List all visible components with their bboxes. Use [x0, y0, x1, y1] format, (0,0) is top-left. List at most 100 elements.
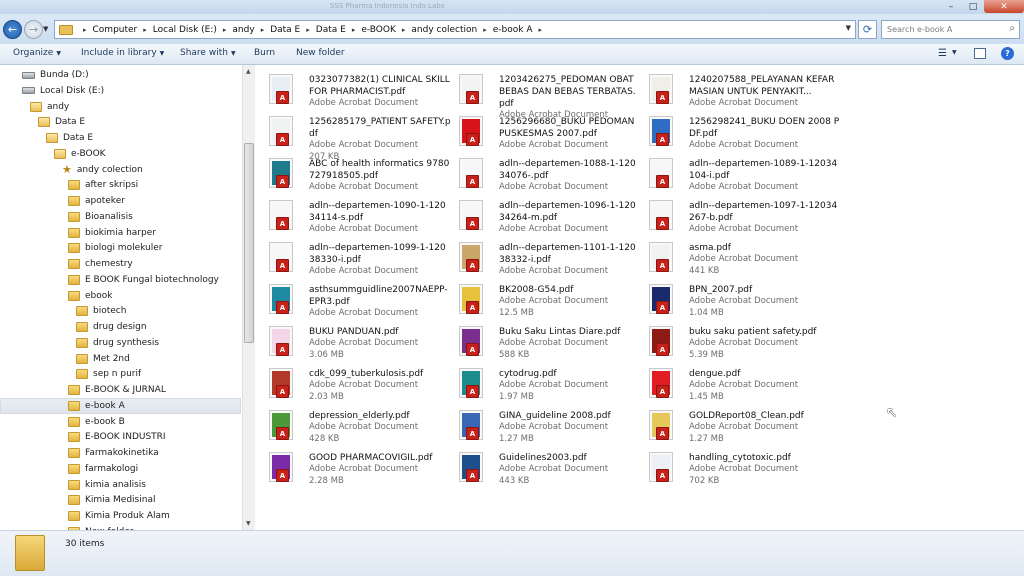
nav-tree-item[interactable]: Met 2nd [76, 351, 130, 367]
breadcrumb-arrow-icon[interactable]: ▸ [143, 26, 147, 34]
file-item[interactable]: A ABC of health informatics 9780727918505… [255, 152, 449, 192]
file-item[interactable]: A 1203426275_PEDOMAN OBAT BEBAS DAN BEBAS… [445, 68, 636, 120]
nav-tree-item[interactable]: chemestry [68, 256, 133, 272]
nav-tree-item[interactable]: Data E [46, 130, 93, 146]
breadcrumb-item[interactable]: Computer [93, 25, 138, 35]
recent-pages-dropdown[interactable]: ▼ [43, 25, 48, 33]
back-button[interactable]: ← [3, 20, 22, 39]
file-item[interactable]: Aadln--departemen-1089-1-12034104-i.pdf A… [635, 152, 837, 192]
file-item[interactable]: Abuku saku patient safety.pdf Adobe Acrob… [635, 320, 821, 360]
nav-tree-item[interactable]: Local Disk (E:) [22, 83, 104, 99]
refresh-button[interactable]: ⟳ [858, 20, 877, 39]
breadcrumb-item[interactable]: Local Disk (E:) [153, 25, 217, 35]
nav-tree-item[interactable]: e-book A [0, 397, 241, 414]
breadcrumb-arrow-icon[interactable]: ▸ [352, 26, 356, 34]
nav-tree-item[interactable]: Kimia Produk Alam [68, 508, 170, 524]
close-button[interactable]: ✕ [984, 0, 1024, 13]
file-item[interactable]: Aadln--departemen-1088-1-12034076-.pdf Ad… [445, 152, 636, 192]
breadcrumb-arrow-icon[interactable]: ▸ [83, 26, 87, 34]
nav-tree-item[interactable]: andy [30, 99, 69, 115]
file-item[interactable]: A GOLDReport08_Clean.pdf Adobe Acrobat Doc… [635, 404, 821, 444]
nav-tree-item[interactable]: e-BOOK [54, 146, 106, 162]
nav-tree-item[interactable]: drug design [76, 319, 147, 335]
file-item[interactable]: A Guidelines2003.pdf Adobe Acrobat Documen… [445, 446, 631, 486]
breadcrumb-item[interactable]: andy [232, 25, 254, 35]
nav-tree-item[interactable]: Data E [38, 114, 85, 130]
new-folder-button[interactable]: New folder [296, 48, 345, 58]
nav-tree-item[interactable]: biologi molekuler [68, 240, 163, 256]
file-item[interactable]: A 1256296680_BUKU PEDOMAN PUSKESMAS 2007.… [445, 110, 634, 150]
file-item[interactable]: Aadln--departemen-1099-1-12038330-i.pdf A… [255, 236, 446, 276]
nav-tree-item[interactable]: E-BOOK INDUSTRI [68, 429, 166, 445]
navigation-scrollbar[interactable]: ▲ ▼ [242, 65, 255, 530]
include-in-library-button[interactable]: Include in library ▼ [81, 48, 164, 58]
file-item[interactable]: Aasma.pdf Adobe Acrobat Document 441 KB [635, 236, 821, 276]
nav-tree-item[interactable]: Farmakokinetika [68, 445, 159, 461]
search-icon[interactable]: ⌕ [1009, 23, 1015, 34]
maximize-button[interactable]: □ [962, 0, 984, 13]
breadcrumb-arrow-icon[interactable]: ▸ [402, 26, 406, 34]
preview-pane-button[interactable] [974, 48, 986, 59]
file-item[interactable]: Acdk_099_tuberkulosis.pdf Adobe Acrobat D… [255, 362, 441, 402]
forward-button[interactable]: → [24, 20, 43, 39]
file-item[interactable]: Aasthsummguidline2007NAEPP-EPR3.pdf Adobe… [255, 278, 448, 318]
change-view-icon[interactable]: ☰ [938, 48, 947, 59]
help-button[interactable]: ? [1001, 47, 1014, 60]
file-item[interactable]: A 1240207588_PELAYANAN KEFARMASIAN UNTUK … [635, 68, 834, 108]
nav-tree-item[interactable]: Bioanalisis [68, 209, 133, 225]
organize-button[interactable]: Organize ▼ [13, 48, 61, 58]
file-item[interactable]: A BPN_2007.pdf Adobe Acrobat Document 1.04 … [635, 278, 821, 318]
file-item[interactable]: Aadln--departemen-1096-1-12034264-m.pdf A… [445, 194, 636, 234]
breadcrumb-arrow-icon[interactable]: ▸ [483, 26, 487, 34]
breadcrumb-item[interactable]: e-BOOK [361, 25, 396, 35]
share-with-button[interactable]: Share with ▼ [180, 48, 236, 58]
file-item[interactable]: A BK2008-G54.pdf Adobe Acrobat Document 12.… [445, 278, 631, 318]
address-box[interactable]: ▸ Computer ▸ Local Disk (E:) ▸ andy ▸ Data E ▸ D… [54, 20, 856, 39]
scroll-up-arrow-icon[interactable]: ▲ [246, 68, 251, 75]
nav-tree-item[interactable]: kimia analisis [68, 477, 146, 493]
file-item[interactable]: A Buku Saku Lintas Diare.pdf Adobe Acrobat… [445, 320, 631, 360]
nav-tree-item[interactable]: E-BOOK & JURNAL [68, 382, 166, 398]
breadcrumb-arrow-icon[interactable]: ▸ [306, 26, 310, 34]
nav-tree-item[interactable]: Bunda (D:) [22, 67, 89, 83]
file-item[interactable]: A 1256298241_BUKU DOEN 2008 PDF.pdf Adobe … [635, 110, 839, 150]
breadcrumb-item[interactable]: e-book A [493, 25, 533, 35]
breadcrumb-item[interactable]: Data E [270, 25, 300, 35]
breadcrumb-arrow-icon[interactable]: ▸ [261, 26, 265, 34]
search-input[interactable]: Search e-book A ⌕ [881, 20, 1020, 39]
file-item[interactable]: Acytodrug.pdf Adobe Acrobat Document 1.97 … [445, 362, 631, 402]
nav-tree-item[interactable]: apoteker [68, 193, 125, 209]
file-item[interactable]: A GOOD PHARMACOVIGIL.pdf Adobe Acrobat Doc… [255, 446, 441, 486]
file-item[interactable]: Aadln--departemen-1090-1-12034114-s.pdf A… [255, 194, 446, 234]
file-item[interactable]: Aadln--departemen-1101-1-12038332-i.pdf A… [445, 236, 636, 276]
nav-tree-item[interactable]: biokimia harper [68, 225, 156, 241]
file-item[interactable]: A 0323077382(1) CLINICAL SKILL FOR PHARMA… [255, 68, 450, 108]
scroll-thumb[interactable] [244, 143, 254, 343]
view-options-dropdown[interactable]: ▼ [952, 49, 957, 56]
nav-tree-item[interactable]: ebook [68, 288, 112, 304]
file-item[interactable]: Aadln--departemen-1097-1-12034267-b.pdf A… [635, 194, 837, 234]
breadcrumb-item[interactable]: andy colection [411, 25, 477, 35]
breadcrumb-arrow-icon[interactable]: ▸ [538, 26, 542, 34]
nav-tree-item[interactable]: drug synthesis [76, 335, 159, 351]
file-item[interactable]: A BUKU PANDUAN.pdf Adobe Acrobat Document 3… [255, 320, 441, 360]
breadcrumb-item[interactable]: Data E [316, 25, 346, 35]
burn-button[interactable]: Burn [254, 48, 275, 58]
scroll-down-arrow-icon[interactable]: ▼ [246, 520, 251, 527]
nav-tree-item[interactable]: e-book B [68, 414, 125, 430]
file-item[interactable]: Ahandling_cytotoxic.pdf Adobe Acrobat Doc… [635, 446, 821, 486]
nav-tree-item[interactable]: after skripsi [68, 177, 138, 193]
nav-tree-item[interactable]: Kimia Medisinal [68, 492, 155, 508]
address-history-dropdown[interactable]: ▼ [846, 24, 851, 32]
nav-tree-item[interactable]: ★ andy colection [62, 162, 143, 178]
file-item[interactable]: A 1256285179_PATIENT SAFETY.pdf Adobe Acro… [255, 110, 451, 162]
file-item[interactable]: Adengue.pdf Adobe Acrobat Document 1.45 MB [635, 362, 821, 402]
file-item[interactable]: A GINA_guideline 2008.pdf Adobe Acrobat Do… [445, 404, 631, 444]
nav-tree-item[interactable]: sep n purif [76, 366, 141, 382]
breadcrumb-arrow-icon[interactable]: ▸ [223, 26, 227, 34]
nav-tree-item[interactable]: biotech [76, 303, 126, 319]
minimize-button[interactable]: – [940, 0, 962, 13]
nav-tree-item[interactable]: E BOOK Fungal biotechnology [68, 272, 219, 288]
file-item[interactable]: Adepression_elderly.pdf Adobe Acrobat Doc… [255, 404, 441, 444]
nav-tree-item[interactable]: farmakologi [68, 461, 138, 477]
